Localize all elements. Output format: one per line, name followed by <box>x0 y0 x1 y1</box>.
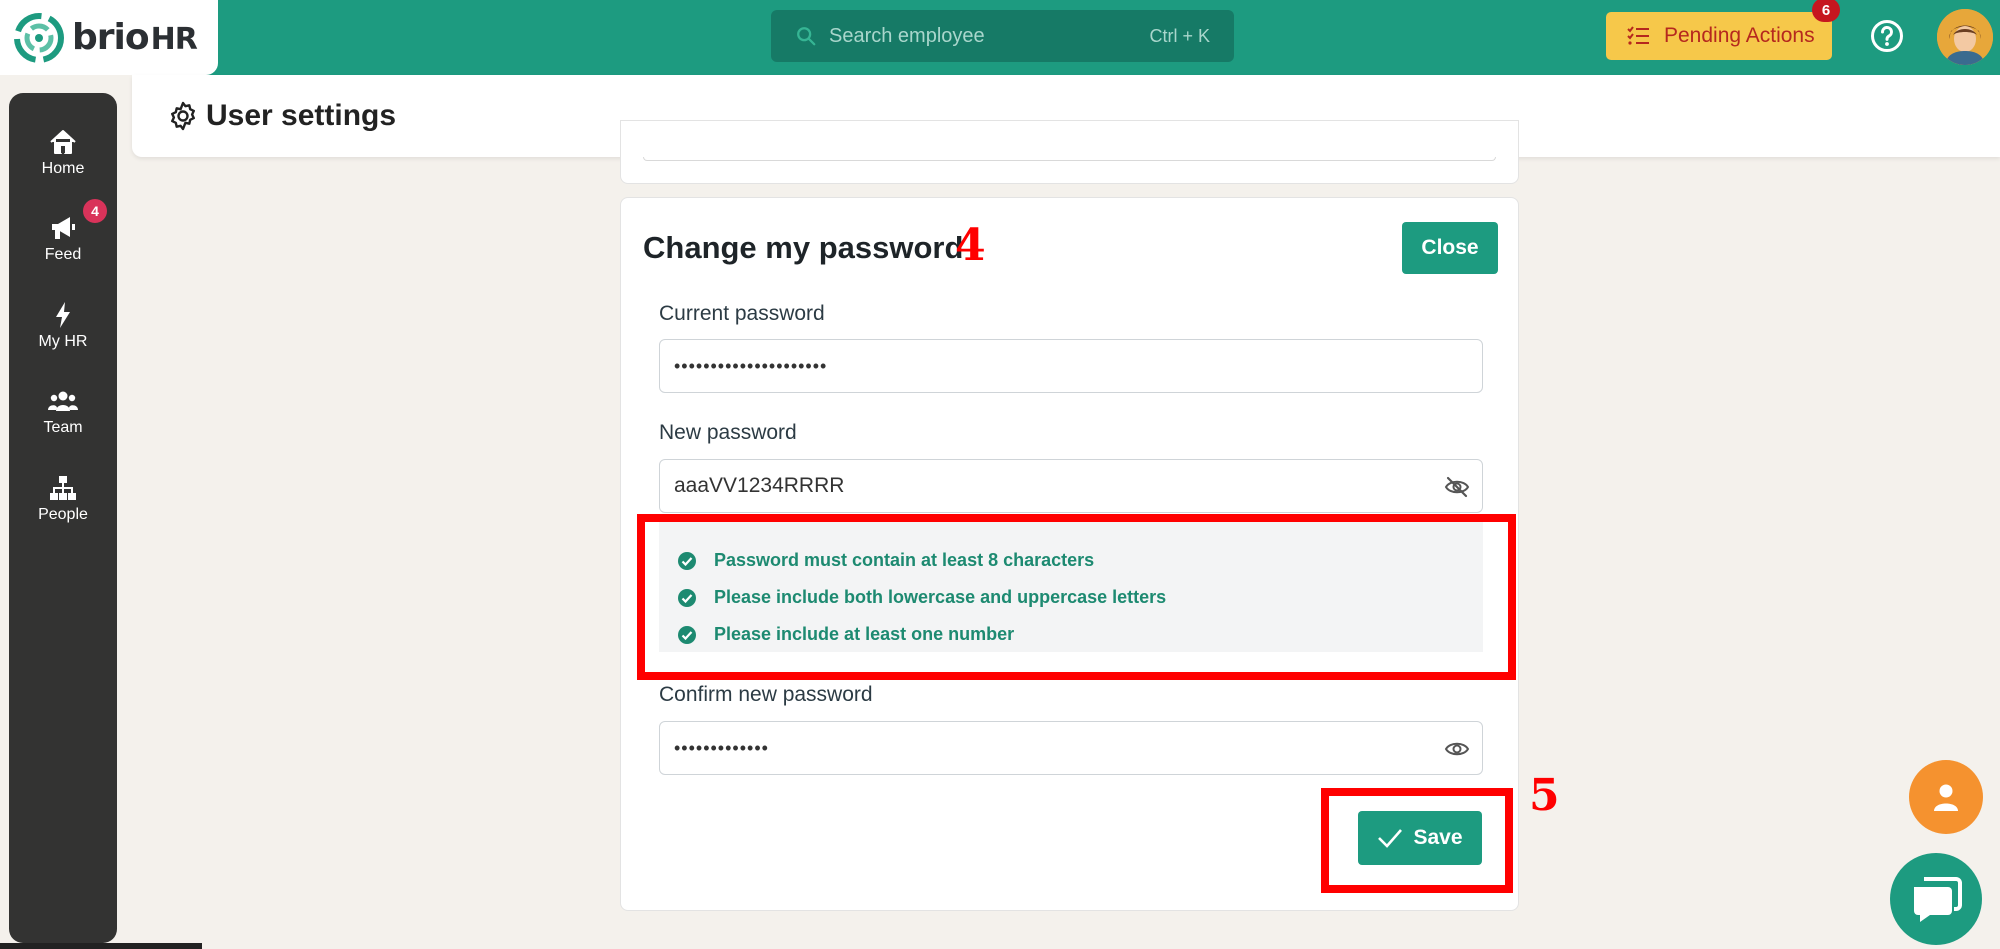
user-avatar[interactable] <box>1937 9 1993 65</box>
brand-name: brioHR <box>72 17 198 58</box>
sidebar-item-team[interactable]: Team <box>9 387 117 437</box>
checklist-icon <box>1627 26 1649 45</box>
card-title: Change my password <box>643 230 964 265</box>
search-icon <box>797 27 816 46</box>
new-password-field[interactable]: aaaVV1234RRRR <box>659 459 1483 513</box>
sidebar-item-home[interactable]: Home <box>9 128 117 178</box>
user-support-button[interactable] <box>1909 760 1983 834</box>
sidebar: Home Feed 4 My HR Team People <box>9 93 117 943</box>
eye-off-icon[interactable] <box>1444 475 1470 499</box>
new-password-label: New password <box>659 421 797 444</box>
sidebar-item-label: Feed <box>44 246 82 263</box>
search-employee-input[interactable]: Search employee Ctrl + K <box>771 10 1234 62</box>
feed-notification-badge: 4 <box>83 199 107 223</box>
eye-icon[interactable] <box>1444 737 1470 761</box>
confirm-password-label: Confirm new password <box>659 683 873 706</box>
new-password-value: aaaVV1234RRRR <box>674 474 845 497</box>
sidebar-item-label: Team <box>43 419 83 436</box>
bottom-scrollbar[interactable] <box>0 943 202 949</box>
brand-logo[interactable]: brioHR <box>0 0 218 75</box>
chat-button[interactable] <box>1890 853 1982 945</box>
megaphone-icon <box>52 217 75 239</box>
team-icon <box>48 391 78 411</box>
brio-logo-icon <box>14 12 64 63</box>
annotation-highlight-box <box>1321 788 1513 893</box>
current-password-value: ••••••••••••••••••••• <box>674 355 828 376</box>
search-shortcut: Ctrl + K <box>1149 25 1210 46</box>
top-bar: brioHR Search employee Ctrl + K Pending … <box>0 0 2000 75</box>
pending-actions-label: Pending Actions <box>1664 24 1815 47</box>
current-password-label: Current password <box>659 302 825 325</box>
previous-field-edge <box>643 157 1496 161</box>
chat-icon <box>1914 877 1962 922</box>
person-icon <box>1934 784 1958 811</box>
search-placeholder: Search employee <box>829 24 985 47</box>
pending-actions-button[interactable]: Pending Actions <box>1606 12 1832 60</box>
confirm-password-field[interactable]: ••••••••••••• <box>659 721 1483 775</box>
gear-icon <box>171 101 195 131</box>
home-icon <box>50 130 76 154</box>
sidebar-item-label: My HR <box>38 333 88 350</box>
previous-settings-card <box>620 120 1519 184</box>
confirm-password-value: ••••••••••••• <box>674 737 769 758</box>
pending-actions-badge: 6 <box>1812 0 1840 22</box>
sidebar-item-people[interactable]: People <box>9 474 117 524</box>
annotation-highlight-box <box>637 514 1516 680</box>
page-title: User settings <box>206 99 397 132</box>
sidebar-item-label: People <box>38 506 88 523</box>
sidebar-item-label: Home <box>41 160 85 177</box>
close-button[interactable]: Close <box>1402 222 1498 274</box>
sidebar-item-my-hr[interactable]: My HR <box>9 301 117 351</box>
help-icon[interactable] <box>1870 19 1904 53</box>
bolt-icon <box>56 302 70 328</box>
annotation-step-number: 5 <box>1529 770 1560 821</box>
current-password-field[interactable]: ••••••••••••••••••••• <box>659 339 1483 393</box>
annotation-step-number: 4 <box>955 220 986 271</box>
avatar-image <box>1937 9 1993 65</box>
org-chart-icon <box>50 476 76 500</box>
